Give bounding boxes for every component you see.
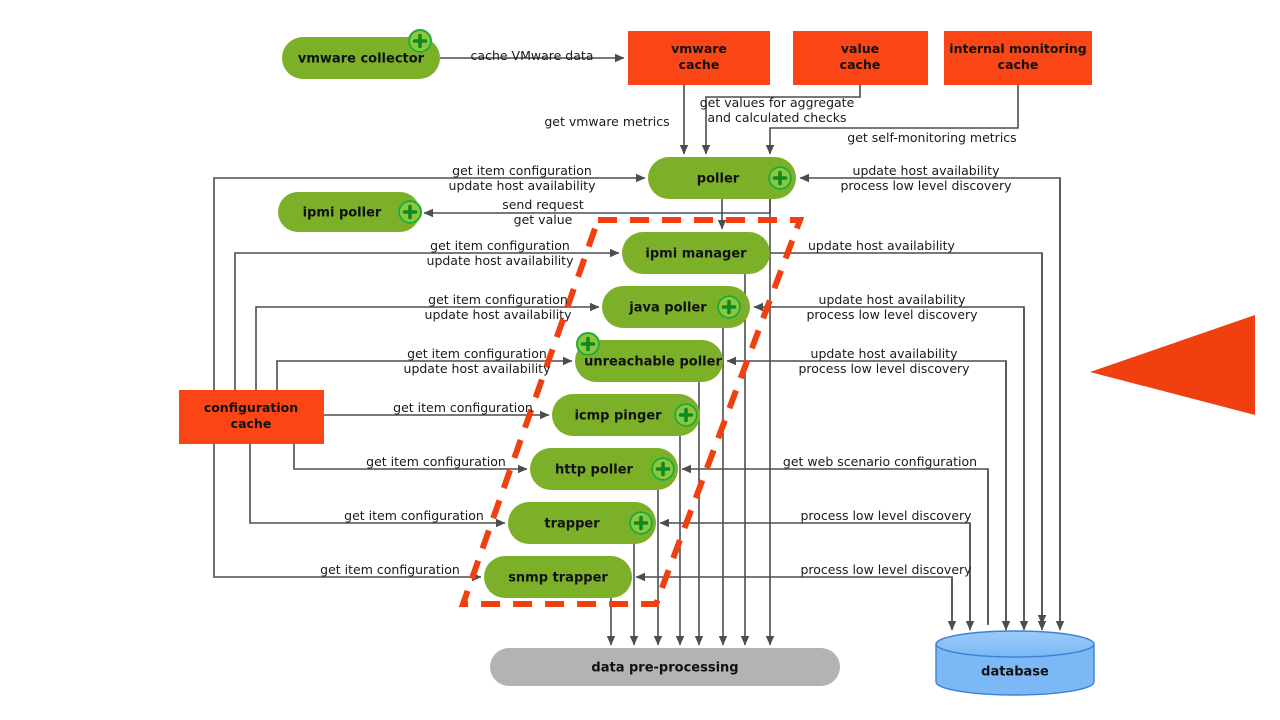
- cache-value-cache-line2: cache: [840, 57, 881, 72]
- label-http-web: get web scenario configuration: [783, 454, 977, 469]
- process-http-poller-label: http poller: [555, 463, 633, 478]
- process-poller[interactable]: poller: [648, 157, 796, 199]
- process-ipmi-poller-label: ipmi poller: [303, 206, 382, 221]
- label-java-cfg-2: update host availability: [425, 307, 573, 322]
- label-java-upd-1: update host availability: [819, 292, 967, 307]
- sink-database-label: database: [981, 665, 1049, 680]
- architecture-diagram: vmware cache value cache internal monito…: [179, 29, 1255, 696]
- label-get-values-aggregate-2: and calculated checks: [707, 110, 846, 125]
- label-unreach-cfg-1: get item configuration: [407, 346, 547, 361]
- label-poller-cfg-2: update host availability: [449, 178, 597, 193]
- plus-icon[interactable]: [408, 29, 432, 53]
- label-java-upd-2: process low level discovery: [806, 307, 978, 322]
- label-get-vmware-metrics: get vmware metrics: [544, 114, 669, 129]
- label-snmp-lld: process low level discovery: [800, 562, 972, 577]
- label-snmp-cfg: get item configuration: [320, 562, 460, 577]
- plus-icon[interactable]: [717, 295, 741, 319]
- label-trapper-cfg: get item configuration: [344, 508, 484, 523]
- label-get-self-monitoring: get self-monitoring metrics: [847, 130, 1016, 145]
- label-poller-cfg-1: get item configuration: [452, 163, 592, 178]
- process-http-poller[interactable]: http poller: [530, 448, 678, 490]
- process-ipmi-manager[interactable]: ipmi manager: [622, 232, 770, 274]
- label-unreach-cfg-2: update host availability: [404, 361, 552, 376]
- cache-value-cache-line1: value: [841, 41, 879, 56]
- cache-value-cache[interactable]: value cache: [793, 31, 928, 85]
- process-snmp-trapper-label: snmp trapper: [508, 571, 608, 586]
- cache-configuration-cache[interactable]: configuration cache: [179, 390, 324, 444]
- label-icmp-cfg: get item configuration: [393, 400, 533, 415]
- cache-vmware-cache-line2: cache: [679, 57, 720, 72]
- edge-database-to-unreachable-poller: [726, 356, 1007, 624]
- red-pointer-triangle: [1090, 315, 1255, 415]
- edge-database-to-http-poller: [681, 464, 989, 624]
- label-ipmi-cfg-1: get item configuration: [430, 238, 570, 253]
- plus-icon[interactable]: [651, 457, 675, 481]
- sink-database[interactable]: database: [935, 630, 1095, 696]
- process-vmware-collector-label: vmware collector: [298, 52, 425, 67]
- process-unreachable-poller-label: unreachable poller: [584, 355, 722, 370]
- process-java-poller-label: java poller: [628, 301, 707, 316]
- label-send-request-2: get value: [514, 212, 573, 227]
- cache-internal-monitoring-cache-line2: cache: [998, 57, 1039, 72]
- plus-icon[interactable]: [768, 166, 792, 190]
- plus-icon[interactable]: [629, 511, 653, 535]
- process-snmp-trapper[interactable]: snmp trapper: [484, 556, 632, 598]
- edge-poller-to-ipmi-poller: [423, 199, 771, 218]
- edge-database-to-snmp-trapper: [635, 572, 953, 624]
- process-ipmi-poller[interactable]: ipmi poller: [278, 192, 422, 232]
- sink-data-pre-processing-label: data pre-processing: [591, 661, 738, 676]
- label-poller-upd-2: process low level discovery: [840, 178, 1012, 193]
- cache-vmware-cache-line1: vmware: [671, 41, 727, 56]
- cache-internal-monitoring-cache-line1: internal monitoring: [949, 41, 1086, 56]
- label-java-cfg-1: get item configuration: [428, 292, 568, 307]
- cache-configuration-cache-line1: configuration: [204, 400, 298, 415]
- sink-layer: data pre-processing database: [490, 630, 1095, 696]
- label-ipmi-cfg-2: update host availability: [427, 253, 575, 268]
- process-icmp-pinger[interactable]: icmp pinger: [552, 394, 700, 436]
- label-ipmi-upd-1: update host availability: [808, 238, 956, 253]
- process-icmp-pinger-label: icmp pinger: [574, 409, 662, 424]
- cache-vmware-cache[interactable]: vmware cache: [628, 31, 770, 85]
- plus-icon[interactable]: [576, 332, 600, 356]
- label-cache-vmware-data: cache VMware data: [471, 48, 594, 63]
- label-http-cfg: get item configuration: [366, 454, 506, 469]
- process-vmware-collector[interactable]: vmware collector: [282, 29, 440, 79]
- label-unreach-upd-2: process low level discovery: [798, 361, 970, 376]
- label-send-request-1: send request: [502, 197, 584, 212]
- process-java-poller[interactable]: java poller: [602, 286, 750, 328]
- cache-configuration-cache-line2: cache: [231, 416, 272, 431]
- label-unreach-upd-1: update host availability: [811, 346, 959, 361]
- process-poller-label: poller: [697, 172, 740, 187]
- sink-data-pre-processing[interactable]: data pre-processing: [490, 648, 840, 686]
- cache-internal-monitoring-cache[interactable]: internal monitoring cache: [944, 31, 1092, 85]
- label-trapper-lld: process low level discovery: [800, 508, 972, 523]
- process-trapper[interactable]: trapper: [508, 502, 656, 544]
- plus-icon[interactable]: [674, 403, 698, 427]
- label-poller-upd-1: update host availability: [853, 163, 1001, 178]
- process-ipmi-manager-label: ipmi manager: [645, 247, 747, 262]
- diagram-canvas: vmware cache value cache internal monito…: [0, 0, 1280, 720]
- plus-icon[interactable]: [398, 200, 422, 224]
- process-unreachable-poller[interactable]: unreachable poller: [575, 332, 723, 382]
- process-trapper-label: trapper: [544, 517, 600, 532]
- label-get-values-aggregate-1: get values for aggregate: [700, 95, 855, 110]
